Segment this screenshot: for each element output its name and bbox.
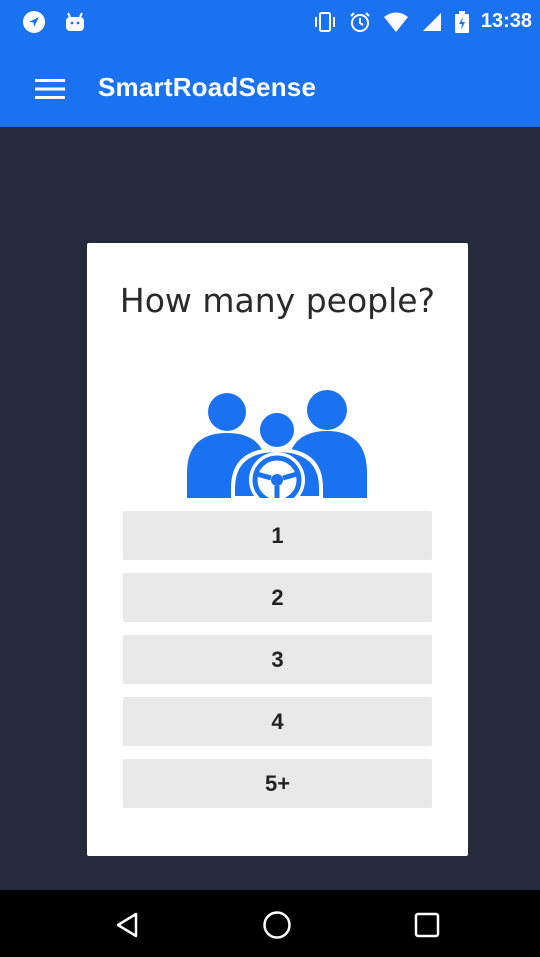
dialog-question: How many people? xyxy=(119,281,436,320)
vibrate-icon xyxy=(314,11,335,32)
status-bar: 13:38 xyxy=(0,0,540,50)
option-2-button[interactable]: 2 xyxy=(123,573,432,622)
status-right-icons: 13:38 xyxy=(313,10,532,33)
option-4-button[interactable]: 4 xyxy=(123,697,432,746)
alarm-icon xyxy=(350,11,370,32)
wifi-icon xyxy=(383,12,408,32)
home-icon xyxy=(263,911,291,939)
passenger-options: 1 2 3 4 5+ xyxy=(123,511,432,821)
app-title: SmartRoadSense xyxy=(98,72,317,102)
battery-icon xyxy=(454,10,469,33)
back-icon xyxy=(116,912,138,938)
option-5-plus-button[interactable]: 5+ xyxy=(123,759,432,808)
hamburger-menu-icon xyxy=(35,79,65,99)
status-time: 13:38 xyxy=(480,10,532,32)
android-icon xyxy=(66,12,84,31)
app-bar: SmartRoadSense xyxy=(0,50,540,127)
option-1-button[interactable]: 1 xyxy=(123,511,432,560)
passenger-count-dialog: How many people? 1 2 3 4 5+ xyxy=(87,243,468,856)
status-left-icons xyxy=(22,10,86,34)
passengers-with-steering-wheel-icon xyxy=(187,390,367,498)
signal-icon xyxy=(422,12,441,31)
recents-icon xyxy=(414,912,440,938)
option-3-button[interactable]: 3 xyxy=(123,635,432,684)
system-navigation-bar xyxy=(0,890,540,957)
recents-button[interactable] xyxy=(412,910,442,940)
home-button[interactable] xyxy=(262,910,292,940)
back-button[interactable] xyxy=(112,910,142,940)
menu-button[interactable] xyxy=(30,74,70,104)
navigation-icon xyxy=(23,11,45,33)
